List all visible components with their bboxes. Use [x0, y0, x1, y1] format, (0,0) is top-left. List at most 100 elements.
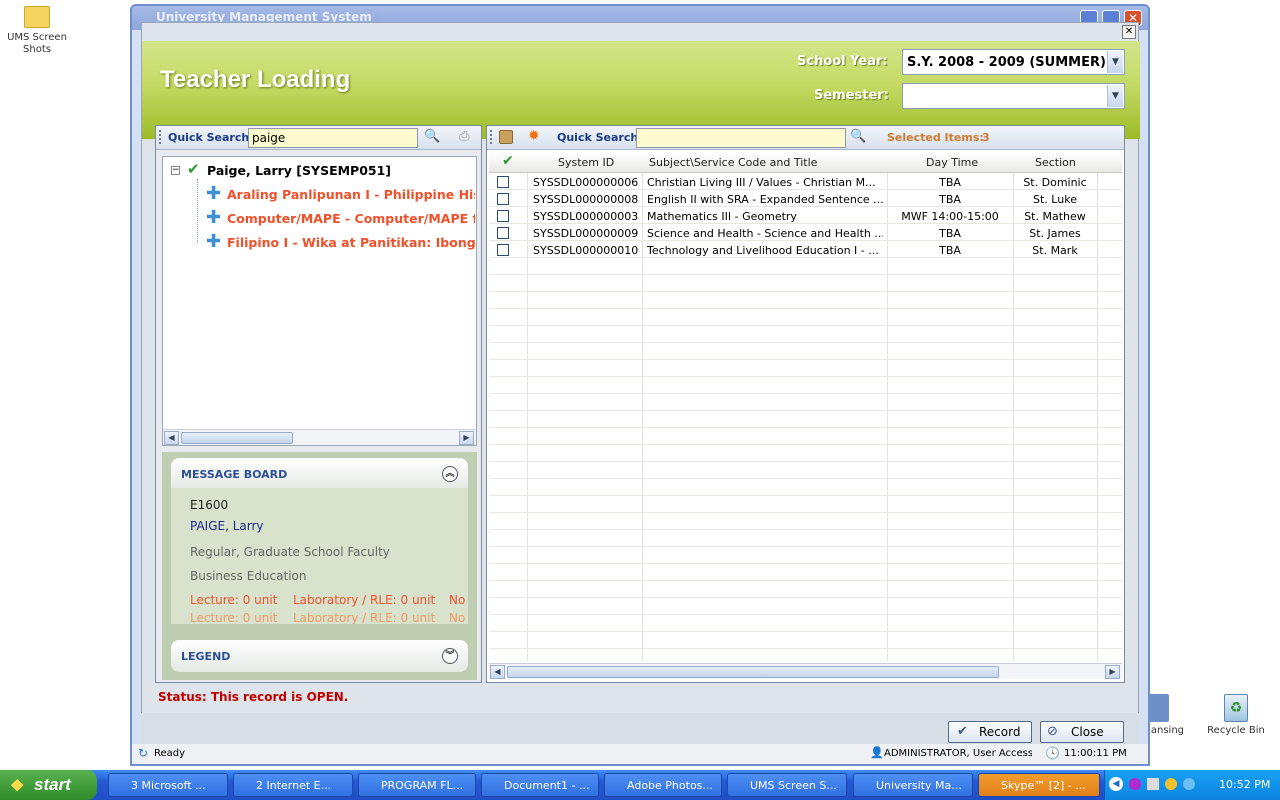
package-icon[interactable] [499, 130, 513, 144]
cell-section[interactable]: St. Mark [1013, 244, 1097, 257]
check-all-icon[interactable]: ✔ [502, 153, 514, 169]
dialog-close-icon[interactable]: ✕ [1122, 25, 1136, 39]
cell-system-id[interactable]: SYSSDL000000008 [533, 193, 638, 206]
tray-app-icon[interactable] [1147, 778, 1159, 790]
cell-section[interactable]: St. Dominic [1013, 176, 1097, 189]
tree-child-subject[interactable]: Araling Panlipunan I - Philippine Histor… [227, 187, 475, 202]
column-header-subject[interactable]: Subject\Service Code and Title [649, 156, 817, 169]
start-button[interactable]: ❖ start [0, 770, 97, 800]
cell-system-id[interactable]: SYSSDL000000010 [533, 244, 638, 257]
taskbar-button-label: Document1 - ... [504, 779, 590, 792]
taskbar-button[interactable]: 2 Internet E... [233, 773, 353, 797]
tree-child-subject[interactable]: Filipino I - Wika at Panitikan: Ibong Ad… [227, 235, 475, 250]
cell-subject[interactable]: Christian Living III / Values - Christia… [647, 176, 883, 189]
scroll-thumb[interactable] [181, 432, 293, 444]
cell-subject[interactable]: Mathematics III - Geometry [647, 210, 883, 223]
desktop-icon-ums-shots[interactable]: UMS Screen Shots [2, 6, 72, 56]
scroll-right-icon[interactable]: ▶ [459, 431, 474, 445]
chevron-down-icon[interactable]: ▼ [1107, 85, 1123, 107]
cell-subject[interactable]: Science and Health - Science and Health … [647, 227, 883, 240]
teacher-search-input[interactable]: paige [248, 128, 418, 148]
close-button-label: Close [1071, 725, 1104, 739]
row-checkbox[interactable] [497, 210, 509, 222]
grid-hscrollbar[interactable]: ◀ ▶ [489, 663, 1122, 679]
grid-line [527, 153, 528, 661]
clock-icon: 🕓 [1045, 746, 1060, 760]
taskbar-button[interactable]: Document1 - ... [481, 773, 599, 797]
desktop-icon-recycle-bin[interactable]: ♻ Recycle Bin [1201, 694, 1271, 736]
grid-line [489, 580, 1122, 581]
row-checkbox[interactable] [497, 193, 509, 205]
message-board-header[interactable]: MESSAGE BOARD ︽ [171, 458, 468, 490]
cell-day-time[interactable]: TBA [887, 227, 1013, 240]
subject-list-panel: ✹ Quick Search: 🔍 Selected Items: 3 ✔ Sy… [486, 125, 1125, 683]
tray-chevron-icon[interactable]: ◀ [1109, 777, 1123, 791]
tree-hscrollbar[interactable]: ◀ ▶ [163, 429, 476, 445]
collapse-icon[interactable]: − [171, 166, 180, 175]
tray-app-icon[interactable] [1129, 778, 1141, 790]
taskbar-button[interactable]: PROGRAM FL... [358, 773, 476, 797]
grid-line [489, 359, 1122, 360]
cell-subject[interactable]: English II with SRA - Expanded Sentence … [647, 193, 883, 206]
print-icon[interactable]: ⎙ [459, 129, 469, 144]
tray-app-icon[interactable] [1165, 778, 1177, 790]
taskbar-button[interactable]: University Ma... [853, 773, 973, 797]
row-checkbox[interactable] [497, 244, 509, 256]
cell-section[interactable]: St. James [1013, 227, 1097, 240]
tree-child-subject[interactable]: Computer/MAPE - Computer/MAPE for 9 [227, 211, 475, 226]
grid-line [489, 291, 1122, 292]
selected-items-label: Selected Items: [887, 131, 984, 144]
row-checkbox[interactable] [497, 176, 509, 188]
cell-day-time[interactable]: MWF 14:00-15:00 [887, 210, 1013, 223]
grid-line [489, 631, 1122, 632]
cell-section[interactable]: St. Luke [1013, 193, 1097, 206]
selected-items-count: 3 [982, 131, 990, 144]
column-header-system-id[interactable]: System ID [558, 156, 614, 169]
taskbar-button[interactable]: Skype™ [2] - ... [978, 773, 1100, 797]
chevron-down-icon[interactable]: ▼ [1107, 51, 1123, 73]
scroll-left-icon[interactable]: ◀ [490, 665, 505, 679]
star-icon[interactable]: ✹ [528, 128, 540, 144]
lab-units: Laboratory / RLE: 0 unit [293, 611, 436, 624]
tray-clock[interactable]: 10:52 PM [1219, 778, 1270, 791]
school-year-value: S.Y. 2008 - 2009 (SUMMER) [907, 55, 1106, 70]
grid-line [489, 546, 1122, 547]
grid-line [489, 410, 1122, 411]
cell-day-time[interactable]: TBA [887, 244, 1013, 257]
scroll-thumb[interactable] [507, 666, 999, 678]
cell-day-time[interactable]: TBA [887, 193, 1013, 206]
search-icon[interactable]: 🔍 [424, 129, 440, 144]
scroll-left-icon[interactable]: ◀ [164, 431, 179, 445]
dialog-title: Teacher Loading [160, 66, 351, 93]
subject-search-input[interactable] [636, 128, 846, 148]
cell-system-id[interactable]: SYSSDL000000003 [533, 210, 638, 223]
grid-line [489, 614, 1122, 615]
collapse-up-icon[interactable]: ︽ [442, 466, 458, 482]
ready-text: Ready [154, 748, 186, 759]
record-button[interactable]: ✔ Record [948, 721, 1032, 743]
teacher-department: Business Education [190, 569, 307, 583]
taskbar-button[interactable]: UMS Screen S... [727, 773, 847, 797]
tray-app-icon[interactable] [1183, 778, 1195, 790]
expand-down-icon[interactable]: ︾ [442, 648, 458, 664]
row-checkbox[interactable] [497, 227, 509, 239]
taskbar-button-label: Adobe Photos... [627, 779, 713, 792]
grid-line [642, 153, 643, 661]
cell-section[interactable]: St. Mathew [1013, 210, 1097, 223]
cell-subject[interactable]: Technology and Livelihood Education I - … [647, 244, 883, 257]
search-icon[interactable]: 🔍 [850, 129, 866, 144]
cell-system-id[interactable]: SYSSDL000000006 [533, 176, 638, 189]
cell-day-time[interactable]: TBA [887, 176, 1013, 189]
legend-header[interactable]: LEGEND ︾ [171, 640, 468, 672]
taskbar-button[interactable]: 3 Microsoft ... [108, 773, 228, 797]
close-button[interactable]: ⊘ Close [1040, 721, 1124, 743]
cell-system-id[interactable]: SYSSDL000000009 [533, 227, 638, 240]
column-header-day-time[interactable]: Day Time [926, 156, 978, 169]
tree-root-teacher[interactable]: Paige, Larry [SYSEMP051] [207, 163, 391, 178]
plus-icon: ✚ [206, 207, 222, 228]
taskbar-button[interactable]: Adobe Photos... [604, 773, 722, 797]
semester-select[interactable]: ▼ [902, 83, 1125, 109]
column-header-section[interactable]: Section [1035, 156, 1076, 169]
scroll-right-icon[interactable]: ▶ [1105, 665, 1120, 679]
school-year-select[interactable]: S.Y. 2008 - 2009 (SUMMER) ▼ [902, 49, 1125, 75]
